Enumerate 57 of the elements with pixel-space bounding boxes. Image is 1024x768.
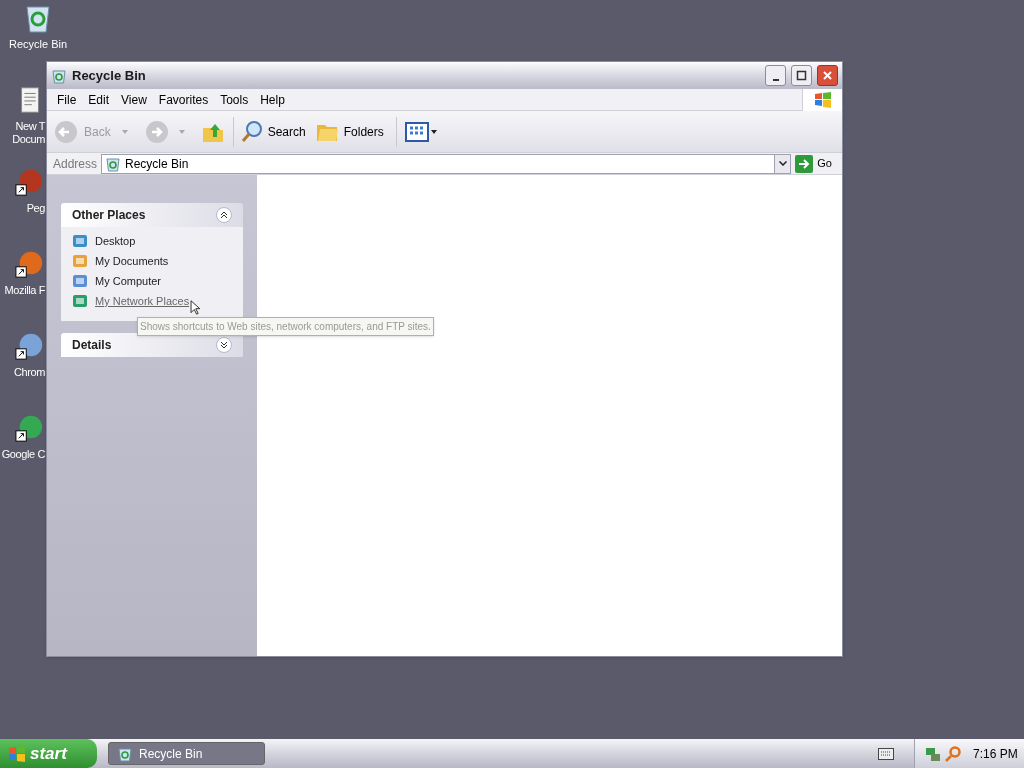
search-icon[interactable] — [945, 745, 961, 762]
dropdown-button[interactable] — [774, 154, 791, 173]
panel-header[interactable]: Other Places — [61, 203, 243, 227]
desktop-icon — [72, 233, 88, 249]
maximize-button[interactable] — [791, 65, 812, 86]
icon-label: Mozilla F — [3, 284, 45, 297]
place-link[interactable]: My Documents — [95, 252, 169, 270]
menu-item[interactable]: Edit — [82, 90, 116, 109]
search-button[interactable]: Search — [237, 119, 308, 144]
panel-header[interactable]: Details — [61, 333, 243, 357]
window-title: Recycle Bin — [72, 66, 147, 85]
chevron-down-icon — [778, 161, 787, 166]
maximize-icon — [796, 70, 807, 81]
menu-item[interactable]: Favorites — [152, 90, 215, 109]
computer-icon — [72, 273, 88, 289]
icon-label: Chrom — [13, 366, 45, 379]
windows-flag-icon — [8, 745, 26, 762]
expand-icon[interactable] — [216, 337, 232, 353]
place-link[interactable]: My Network Places — [95, 292, 190, 310]
caret-icon — [430, 129, 437, 134]
recycle-bin-icon — [105, 155, 122, 172]
network-icon[interactable] — [925, 745, 941, 762]
recycle-bin-icon — [51, 67, 67, 84]
menu-item[interactable]: Tools — [214, 90, 255, 109]
collapse-icon[interactable] — [216, 207, 232, 223]
menu-item[interactable]: Help — [254, 90, 291, 109]
folders-button[interactable]: Folders — [311, 120, 388, 143]
tooltip: Shows shortcuts to Web sites, network computers, and FTP sites. — [137, 317, 434, 336]
icon-label: New T Docum — [11, 120, 45, 146]
icon-label: Recycle Bin — [8, 38, 68, 51]
search-icon — [239, 119, 264, 144]
menu-item[interactable]: File — [51, 90, 83, 109]
minimize-icon — [772, 78, 779, 81]
caret-icon — [121, 129, 128, 134]
close-icon — [822, 70, 833, 81]
documents-icon — [72, 253, 88, 269]
views-button[interactable] — [404, 121, 437, 142]
icon-label: Peg — [25, 202, 45, 215]
address-label: Address — [53, 155, 98, 173]
recycle-bin-icon — [117, 745, 133, 762]
views-icon — [404, 121, 429, 142]
windows-flag-icon — [813, 91, 832, 108]
clock: 7:16 PM — [973, 745, 1018, 763]
icon-label: Google C — [0, 448, 45, 461]
menu-item[interactable]: View — [115, 90, 153, 109]
taskbar-button[interactable]: Recycle Bin — [108, 742, 265, 765]
mouse-cursor-icon — [190, 300, 200, 315]
address-field[interactable]: Recycle Bin — [101, 153, 792, 174]
caret-icon — [178, 129, 185, 134]
keyboard-icon[interactable] — [878, 747, 894, 760]
place-link[interactable]: My Computer — [95, 272, 162, 290]
go-button[interactable]: Go — [795, 154, 836, 173]
close-button[interactable] — [817, 65, 838, 86]
place-link[interactable]: Desktop — [95, 232, 136, 250]
title-bar[interactable]: Recycle Bin — [47, 62, 842, 89]
minimize-button[interactable] — [765, 65, 786, 86]
network-icon — [72, 293, 88, 309]
